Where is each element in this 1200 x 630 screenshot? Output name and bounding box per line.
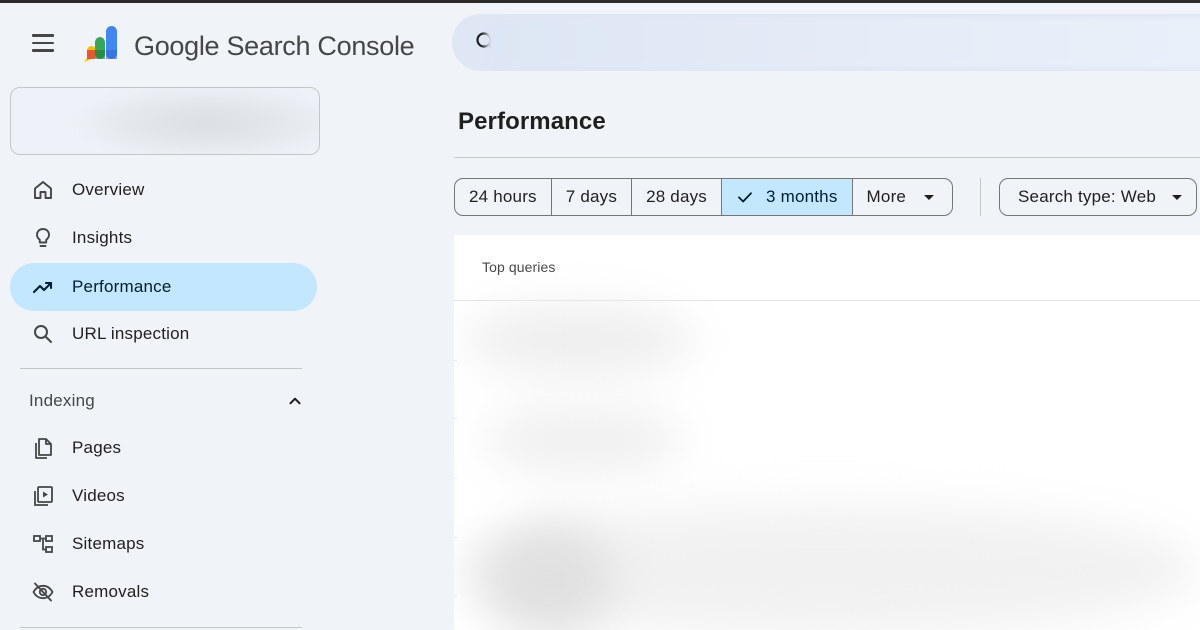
filter-separator — [980, 178, 981, 216]
dropdown-arrow-icon — [924, 194, 935, 200]
window-top-border — [0, 0, 1200, 3]
check-icon — [738, 192, 752, 203]
main-menu-button[interactable] — [24, 28, 62, 58]
card-divider — [454, 300, 1200, 301]
date-range-selector: 24 hours 7 days 28 days 3 months More — [454, 178, 954, 216]
date-range-28-days[interactable]: 28 days — [632, 179, 723, 215]
date-range-3-months[interactable]: 3 months — [722, 179, 853, 215]
page-title: Performance — [458, 108, 606, 135]
redacted-query-list — [454, 305, 1200, 630]
home-icon — [34, 181, 52, 199]
video-icon — [34, 486, 53, 506]
date-range-24-hours[interactable]: 24 hours — [455, 179, 552, 215]
sitemap-icon — [33, 535, 53, 553]
search-icon — [34, 325, 52, 343]
sidebar-item-label: Pages — [72, 438, 122, 457]
sidebar-item-label: Insights — [72, 228, 133, 247]
sidebar-item-label: Removals — [72, 582, 150, 601]
sidebar-item-sitemaps[interactable]: Sitemaps — [10, 520, 317, 568]
property-selector[interactable] — [10, 87, 320, 155]
more-date-ranges-button[interactable]: More — [853, 179, 953, 215]
chevron-up-icon — [289, 397, 301, 405]
more-label: More — [866, 187, 907, 206]
search-input[interactable] — [486, 18, 1200, 68]
sidebar-item-videos[interactable]: Videos — [10, 472, 317, 520]
sidebar-item-url-inspection[interactable]: URL inspection — [10, 310, 317, 358]
product-title: Google Search Console — [134, 31, 415, 61]
sidebar-item-overview[interactable]: Overview — [10, 166, 317, 214]
hamburger-menu-icon — [32, 34, 54, 37]
lightbulb-icon — [36, 228, 50, 247]
search-type-label: Search type: Web — [1018, 187, 1157, 206]
tab-top-queries[interactable]: Top queries — [482, 259, 555, 275]
date-range-7-days[interactable]: 7 days — [552, 179, 633, 215]
search-console-logo — [84, 26, 117, 62]
search-type-dropdown[interactable]: Search type: Web — [999, 178, 1197, 216]
sidebar-item-insights[interactable]: Insights — [10, 214, 317, 262]
pages-icon — [35, 438, 52, 459]
sidebar-item-label: Performance — [72, 277, 172, 296]
sidebar-item-label: URL inspection — [72, 324, 190, 343]
sidebar-item-label: Videos — [72, 486, 125, 505]
sidebar-divider — [20, 368, 302, 369]
sidebar-item-removals[interactable]: Removals — [10, 568, 317, 616]
visibility-off-icon — [32, 582, 54, 602]
title-divider — [454, 157, 1200, 158]
sidebar-divider — [20, 627, 302, 628]
sidebar-item-label: Overview — [72, 180, 145, 199]
sidebar-item-performance[interactable]: Performance — [10, 263, 317, 311]
trending-up-icon — [32, 281, 53, 294]
queries-card: Top queries — [454, 235, 1200, 630]
sidebar-item-label: Sitemaps — [72, 534, 145, 553]
section-label: Indexing — [29, 391, 95, 410]
redacted-property-name — [81, 88, 319, 154]
sidebar-item-pages[interactable]: Pages — [10, 424, 317, 472]
date-range-label: 3 months — [766, 187, 838, 206]
property-search-bar[interactable] — [452, 14, 1200, 71]
dropdown-arrow-icon — [1172, 194, 1183, 200]
indexing-section-toggle[interactable]: Indexing — [10, 380, 310, 422]
